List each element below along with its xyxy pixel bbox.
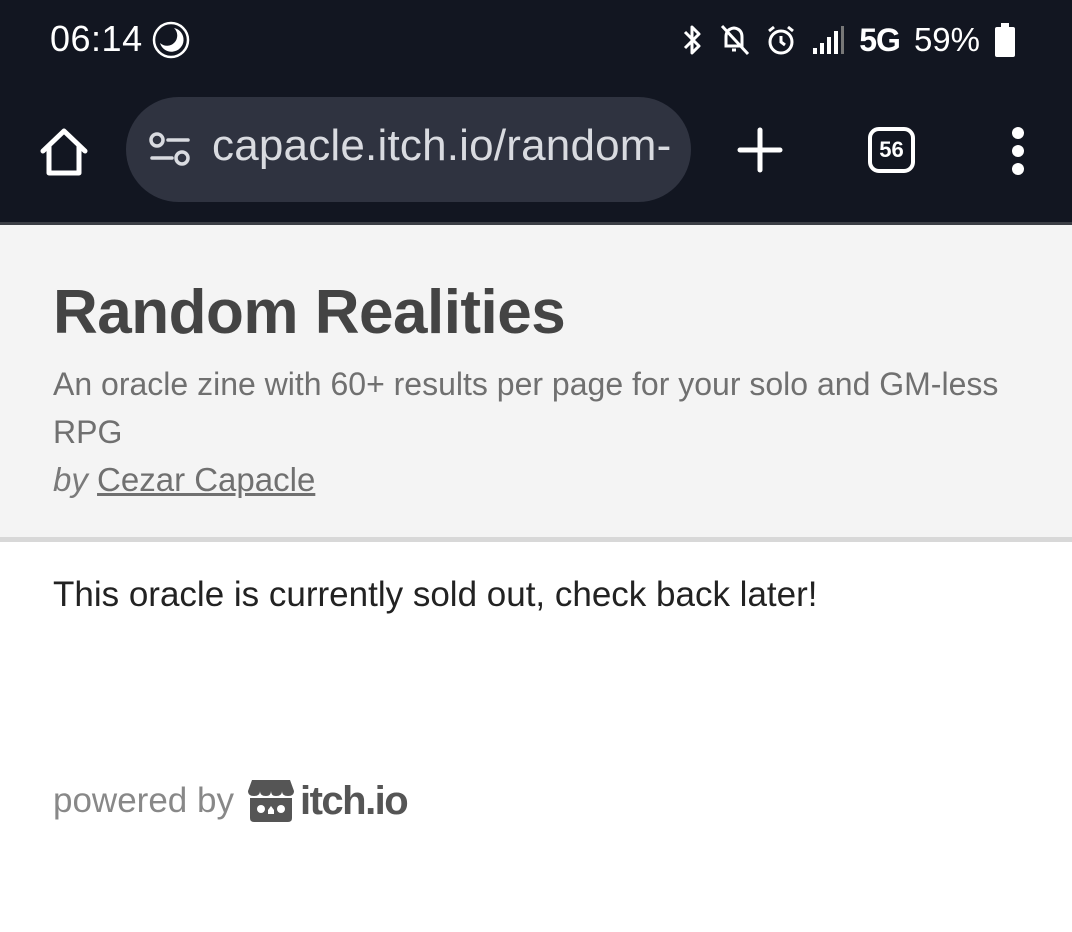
byline-prefix: by: [53, 461, 88, 498]
status-time: 06:14: [50, 18, 143, 59]
powered-by-footer[interactable]: powered by itch.io: [53, 776, 409, 826]
game-tagline: An oracle zine with 60+ results per page…: [53, 366, 999, 450]
status-bar: 06:14 5G 59%: [0, 0, 1072, 82]
sold-out-message: This oracle is currently sold out, check…: [53, 575, 818, 614]
byline: by Cezar Capacle: [53, 461, 315, 499]
battery-percentage: 59%: [913, 21, 980, 58]
home-icon[interactable]: [36, 124, 92, 180]
mute-icon: [721, 24, 750, 56]
alarm-icon: [768, 25, 795, 55]
url-text[interactable]: capacle.itch.io/random-realities: [212, 121, 672, 171]
author-link[interactable]: Cezar Capacle: [97, 461, 315, 498]
itch-logo-icon: [247, 780, 294, 822]
battery-icon: [995, 23, 1015, 57]
more-vert-icon[interactable]: [1004, 126, 1032, 176]
tab-switcher-button[interactable]: 56: [868, 127, 915, 173]
itch-wordmark: itch.io: [299, 778, 409, 823]
network-type: 5G: [859, 21, 901, 58]
powered-by-label: powered by: [53, 781, 234, 820]
game-header: Random Realities An oracle zine with 60+…: [0, 225, 1072, 542]
signal-icon: [813, 26, 845, 54]
page-title: Random Realities: [53, 278, 566, 347]
status-icons: 5G 59%: [681, 20, 1016, 60]
plus-icon[interactable]: [736, 126, 784, 174]
bluetooth-icon: [684, 25, 701, 55]
moon-icon: [152, 21, 190, 59]
site-settings-icon[interactable]: [148, 131, 192, 167]
url-bar[interactable]: capacle.itch.io/random-realities: [126, 97, 691, 202]
